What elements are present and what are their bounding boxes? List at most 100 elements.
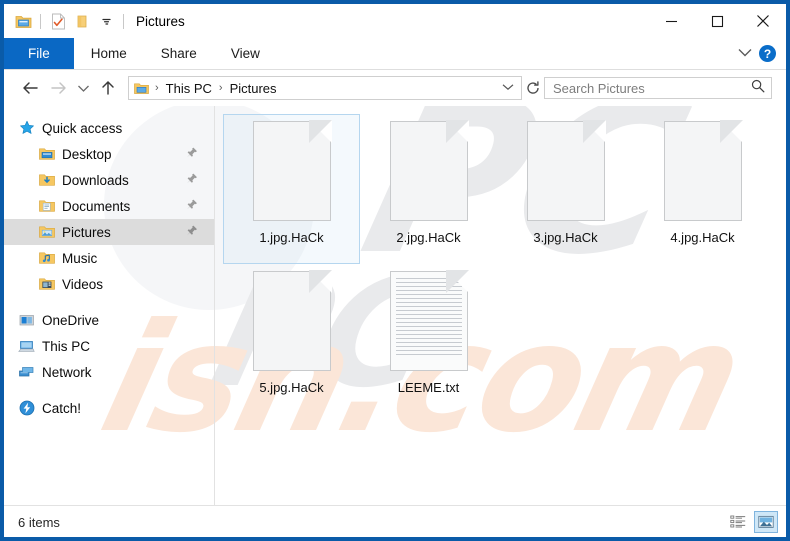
sidebar-item-label-documents: Documents [62,198,131,214]
search-icon[interactable] [751,79,765,98]
search-input-text[interactable]: Search Pictures [553,81,751,96]
documents-folder-icon [38,198,55,215]
tab-view[interactable]: View [214,38,277,69]
minimize-button[interactable] [648,4,694,38]
downloads-folder-icon [38,172,55,189]
sidebar-group-label-quick-access: Quick access [42,120,123,136]
sidebar-item-network[interactable]: Network [4,359,214,385]
sidebar-item-onedrive[interactable]: OneDrive [4,307,214,333]
maximize-button[interactable] [694,4,740,38]
window-title: Pictures [136,13,185,29]
file-item-4[interactable]: 4.jpg.HaCk [634,114,771,264]
file-item-2[interactable]: 2.jpg.HaCk [360,114,497,264]
search-input[interactable]: Search Pictures [544,77,772,99]
file-name-3: 3.jpg.HaCk [533,230,598,245]
forward-button[interactable] [44,74,72,102]
star-icon [18,120,35,137]
videos-folder-icon [38,276,55,293]
sidebar-item-this-pc[interactable]: This PC [4,333,214,359]
encrypted-file-icon [663,120,743,221]
sidebar-item-label-onedrive: OneDrive [42,312,100,328]
new-folder-icon[interactable] [71,10,93,32]
sidebar-item-downloads[interactable]: Downloads [4,167,214,193]
title-bar: Pictures [4,4,786,38]
file-item-5[interactable]: 5.jpg.HaCk [223,264,360,414]
view-buttons [726,511,778,533]
navigation-pane: Quick access Desktop Downloads Documents… [4,106,214,505]
details-view-button[interactable] [726,511,750,533]
file-item-3[interactable]: 3.jpg.HaCk [497,114,634,264]
item-count: 6 items [18,514,60,530]
network-icon [18,364,35,381]
sidebar-item-label-videos: Videos [62,276,104,292]
file-name-4: 4.jpg.HaCk [670,230,735,245]
sidebar-item-documents[interactable]: Documents [4,193,214,219]
pictures-folder-icon [38,224,55,241]
refresh-button[interactable] [522,77,544,99]
back-button[interactable] [16,74,44,102]
content-pane[interactable]: 1.jpg.HaCk 2.jpg.HaCk 3.jpg.HaCk 4.jpg.H… [215,106,786,505]
sidebar-item-pictures[interactable]: Pictures [4,219,214,245]
explorer-icon [12,10,34,32]
pin-icon-pictures[interactable] [186,225,198,240]
qat-divider-2 [123,13,124,29]
breadcrumb-folder-icon [133,80,150,97]
tab-share[interactable]: Share [144,38,214,69]
quick-access-toolbar [12,10,128,32]
breadcrumb-dropdown-icon[interactable] [495,82,521,94]
file-name-1: 1.jpg.HaCk [259,230,324,245]
qat-divider [40,13,41,29]
explorer-window: PC PC ish.com [0,0,790,541]
ribbon-right-controls: ? [737,38,786,69]
desktop-folder-icon [38,146,55,163]
file-item-6[interactable]: LEEME.txt [360,264,497,414]
address-bar: › This PC › Pictures Search Pictures [4,70,786,106]
breadcrumb[interactable]: › This PC › Pictures [128,76,522,100]
sidebar-item-label-downloads: Downloads [62,172,129,188]
expand-ribbon-chevron-icon[interactable] [737,45,753,63]
ribbon-tab-bar: File Home Share View ? [4,38,786,70]
sidebar-group-quick-access[interactable]: Quick access [4,115,214,141]
caption-buttons [648,4,786,38]
sidebar-item-label-music: Music [62,250,98,266]
encrypted-file-icon [252,120,332,221]
sidebar-item-music[interactable]: Music [4,245,214,271]
encrypted-file-icon [252,270,332,371]
file-name-5: 5.jpg.HaCk [259,380,324,395]
tab-file[interactable]: File [4,38,74,69]
sidebar-item-videos[interactable]: Videos [4,271,214,297]
sidebar-item-label-desktop: Desktop [62,146,112,162]
pin-icon-downloads[interactable] [186,173,198,188]
breadcrumb-this-pc[interactable]: This PC [164,81,214,96]
explorer-properties-icon[interactable] [47,10,69,32]
onedrive-icon [18,312,35,329]
encrypted-file-icon [526,120,606,221]
pin-icon-documents[interactable] [186,199,198,214]
tab-home[interactable]: Home [74,38,144,69]
sidebar-item-catch[interactable]: Catch! [4,395,214,421]
breadcrumb-pictures[interactable]: Pictures [228,81,279,96]
sidebar-item-label-catch: Catch! [42,400,82,416]
sidebar-item-desktop[interactable]: Desktop [4,141,214,167]
status-bar: 6 items [4,505,786,537]
file-item-1[interactable]: 1.jpg.HaCk [223,114,360,264]
large-icons-view-button[interactable] [754,511,778,533]
file-name-6: LEEME.txt [397,380,460,395]
close-button[interactable] [740,4,786,38]
sidebar-item-label-this-pc: This PC [42,338,91,354]
catch-lightning-icon [18,400,35,417]
help-button[interactable]: ? [759,45,776,62]
customize-qat-chevron-icon[interactable] [95,10,117,32]
up-button[interactable] [94,74,122,102]
file-grid: 1.jpg.HaCk 2.jpg.HaCk 3.jpg.HaCk 4.jpg.H… [215,106,786,414]
sidebar-item-label-pictures: Pictures [62,224,111,240]
breadcrumb-sep-1: › [155,82,159,94]
breadcrumb-sep-2: › [218,82,223,94]
encrypted-file-icon [389,120,469,221]
pin-icon-desktop[interactable] [186,147,198,162]
this-pc-icon [18,338,35,355]
file-name-2: 2.jpg.HaCk [396,230,461,245]
recent-locations-button[interactable] [72,74,94,102]
